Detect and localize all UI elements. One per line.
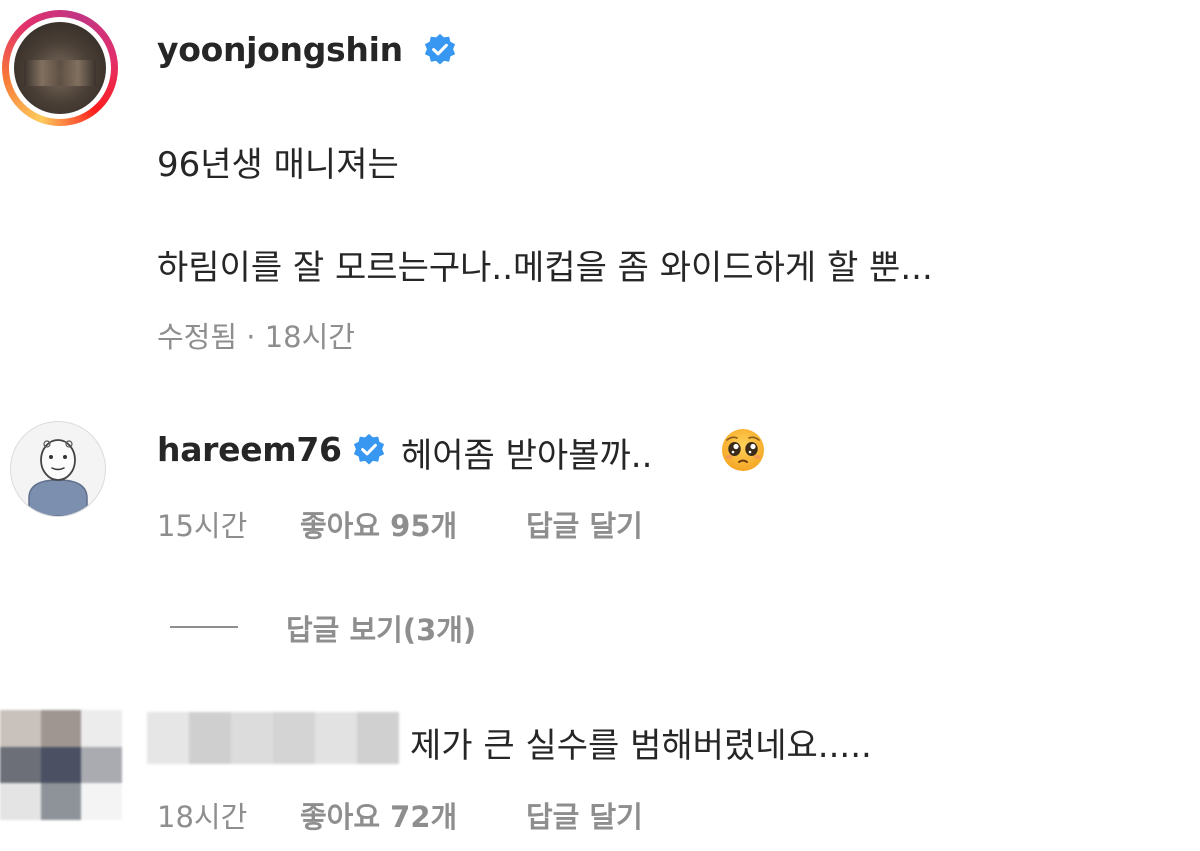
commenter-avatar[interactable] [10, 421, 106, 517]
edited-label: 수정됨 [157, 320, 238, 354]
cartoon-person-icon [28, 439, 88, 516]
owner-username[interactable]: yoonjongshin [157, 30, 403, 69]
meta-separator: · [246, 320, 256, 354]
pleading-face-icon [722, 429, 764, 471]
post-meta: 수정됨 · 18시간 [157, 314, 355, 356]
verified-badge-icon [353, 433, 385, 465]
post-caption-line-2: 하림이를 잘 모르는구나..메컵을 좀 와이드하게 할 뿐... [157, 248, 933, 288]
verified-badge-icon [424, 33, 456, 65]
owner-avatar[interactable] [14, 22, 106, 114]
commenter-username[interactable]: hareem76 [157, 430, 342, 469]
comment-text: 헤어좀 받아볼까.. [401, 436, 653, 476]
reply-button[interactable]: 답글 달기 [526, 794, 643, 836]
post-caption-line-1: 96년생 매니져는 [157, 145, 399, 185]
blurred-avatar[interactable] [0, 710, 122, 820]
replies-divider-line [170, 626, 238, 628]
comment-time[interactable]: 15시간 [157, 503, 247, 545]
owner-avatar-story-ring[interactable] [2, 10, 118, 126]
comment-time[interactable]: 18시간 [157, 794, 247, 836]
comment-text: 제가 큰 실수를 범해버렸네요..... [410, 726, 872, 766]
reply-button[interactable]: 답글 달기 [526, 503, 643, 545]
comment-likes[interactable]: 좋아요 95개 [300, 503, 457, 545]
comment-likes[interactable]: 좋아요 72개 [300, 794, 457, 836]
view-replies-button[interactable]: 답글 보기(3개) [286, 607, 476, 649]
owner-avatar-gap [9, 17, 111, 119]
blurred-username[interactable] [147, 712, 399, 764]
post-time[interactable]: 18시간 [265, 320, 355, 354]
